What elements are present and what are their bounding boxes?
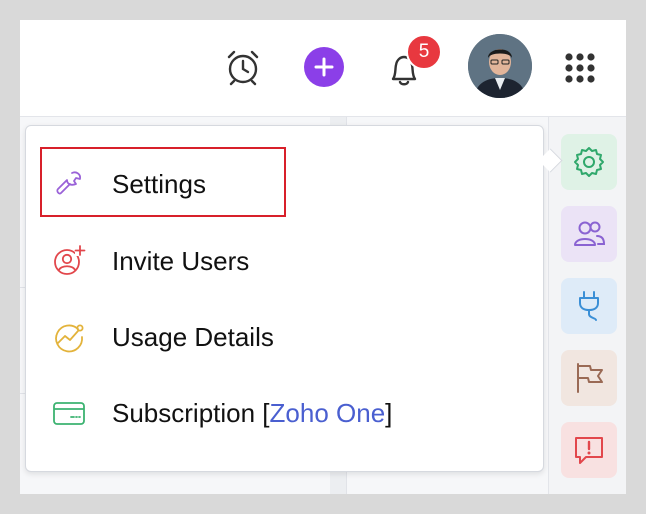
add-button[interactable] bbox=[304, 47, 344, 87]
settings-dropdown-menu: Settings Invite Users Usage Details Subs… bbox=[25, 125, 563, 472]
notification-badge: 5 bbox=[406, 34, 442, 70]
flag-icon bbox=[577, 363, 603, 393]
flag-rail-button[interactable] bbox=[561, 350, 617, 406]
card-icon bbox=[52, 396, 86, 430]
usage-chart-icon bbox=[52, 320, 86, 354]
apps-grid-icon[interactable] bbox=[562, 50, 598, 86]
gear-icon bbox=[574, 147, 604, 177]
menu-item-label: Invite Users bbox=[112, 245, 250, 276]
menu-item-usage-details[interactable]: Usage Details bbox=[46, 307, 526, 367]
plug-icon bbox=[579, 291, 599, 321]
user-avatar[interactable] bbox=[468, 34, 532, 98]
menu-item-subscription[interactable]: Subscription [Zoho One] bbox=[46, 383, 526, 443]
menu-item-settings[interactable]: Settings bbox=[40, 147, 526, 217]
right-rail bbox=[548, 117, 626, 494]
app-frame: 5 Settings Invite Users Usage Details Su… bbox=[20, 20, 626, 494]
users-icon bbox=[574, 221, 606, 246]
menu-item-label: Usage Details bbox=[112, 321, 274, 352]
feedback-rail-button[interactable] bbox=[561, 422, 617, 478]
feedback-icon bbox=[575, 437, 603, 464]
highlight-box bbox=[40, 147, 286, 217]
zoho-one-link[interactable]: Zoho One bbox=[270, 398, 386, 428]
top-bar: 5 bbox=[20, 20, 626, 117]
invite-user-icon bbox=[52, 244, 86, 278]
menu-item-label: Subscription [Zoho One] bbox=[112, 397, 393, 428]
alarm-clock-icon[interactable] bbox=[222, 46, 264, 88]
integrations-rail-button[interactable] bbox=[561, 278, 617, 334]
users-rail-button[interactable] bbox=[561, 206, 617, 262]
settings-rail-button[interactable] bbox=[561, 134, 617, 190]
menu-item-invite-users[interactable]: Invite Users bbox=[46, 231, 526, 291]
add-icon bbox=[314, 57, 334, 77]
